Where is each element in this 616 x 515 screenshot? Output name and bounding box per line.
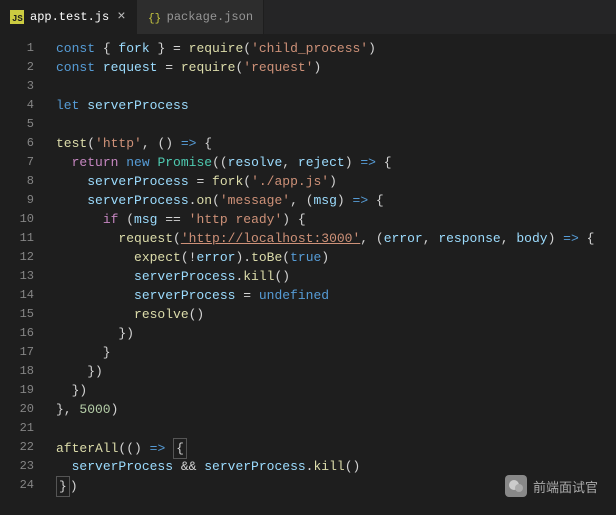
line-number: 9 [0, 191, 48, 210]
watermark: 前端面试官 [505, 475, 598, 497]
js-icon: JS [10, 10, 24, 24]
code-line[interactable]: serverProcess.on('message', (msg) => { [56, 191, 616, 210]
code-line[interactable]: test('http', () => { [56, 134, 616, 153]
code-line[interactable]: serverProcess = fork('./app.js') [56, 172, 616, 191]
line-number: 7 [0, 153, 48, 172]
code-line[interactable]: }) [56, 381, 616, 400]
line-number: 5 [0, 115, 48, 134]
svg-text:{}: {} [148, 13, 161, 24]
line-number: 14 [0, 286, 48, 305]
code-line[interactable]: const { fork } = require('child_process'… [56, 39, 616, 58]
code-line[interactable]: request('http://localhost:3000', (error,… [56, 229, 616, 248]
line-number: 1 [0, 39, 48, 58]
svg-text:JS: JS [12, 14, 23, 24]
code-line[interactable] [56, 419, 616, 438]
line-number: 10 [0, 210, 48, 229]
code-line[interactable]: serverProcess = undefined [56, 286, 616, 305]
tab-label: app.test.js [30, 10, 109, 24]
code-line[interactable] [56, 77, 616, 96]
code-line[interactable]: resolve() [56, 305, 616, 324]
wechat-icon [505, 475, 527, 497]
line-number: 22 [0, 438, 48, 457]
tab-package-json[interactable]: {} package.json [137, 0, 264, 34]
code-line[interactable]: expect(!error).toBe(true) [56, 248, 616, 267]
line-number: 17 [0, 343, 48, 362]
line-number: 13 [0, 267, 48, 286]
tab-bar: JS app.test.js × {} package.json [0, 0, 616, 35]
line-number: 8 [0, 172, 48, 191]
line-number: 16 [0, 324, 48, 343]
line-number: 2 [0, 58, 48, 77]
line-number: 15 [0, 305, 48, 324]
tab-label: package.json [167, 10, 253, 24]
code-line[interactable]: } [56, 343, 616, 362]
line-number: 24 [0, 476, 48, 495]
close-icon[interactable]: × [117, 10, 125, 24]
code-area[interactable]: const { fork } = require('child_process'… [48, 35, 616, 515]
code-line[interactable]: serverProcess.kill() [56, 267, 616, 286]
line-numbers: 123456789101112131415161718192021222324 [0, 35, 48, 515]
code-line[interactable]: let serverProcess [56, 96, 616, 115]
code-line[interactable]: }, 5000) [56, 400, 616, 419]
tab-app-test-js[interactable]: JS app.test.js × [0, 0, 137, 34]
line-number: 12 [0, 248, 48, 267]
code-line[interactable]: return new Promise((resolve, reject) => … [56, 153, 616, 172]
line-number: 23 [0, 457, 48, 476]
code-line[interactable]: afterAll(() => { [56, 438, 616, 457]
json-icon: {} [147, 10, 161, 24]
code-line[interactable]: }) [56, 362, 616, 381]
code-line[interactable]: if (msg == 'http ready') { [56, 210, 616, 229]
line-number: 20 [0, 400, 48, 419]
line-number: 18 [0, 362, 48, 381]
editor: 123456789101112131415161718192021222324 … [0, 35, 616, 515]
line-number: 4 [0, 96, 48, 115]
code-line[interactable] [56, 115, 616, 134]
code-line[interactable]: }) [56, 324, 616, 343]
line-number: 11 [0, 229, 48, 248]
code-line[interactable]: const request = require('request') [56, 58, 616, 77]
code-line[interactable]: serverProcess && serverProcess.kill() [56, 457, 616, 476]
watermark-text: 前端面试官 [533, 477, 598, 496]
line-number: 3 [0, 77, 48, 96]
line-number: 21 [0, 419, 48, 438]
line-number: 19 [0, 381, 48, 400]
line-number: 6 [0, 134, 48, 153]
